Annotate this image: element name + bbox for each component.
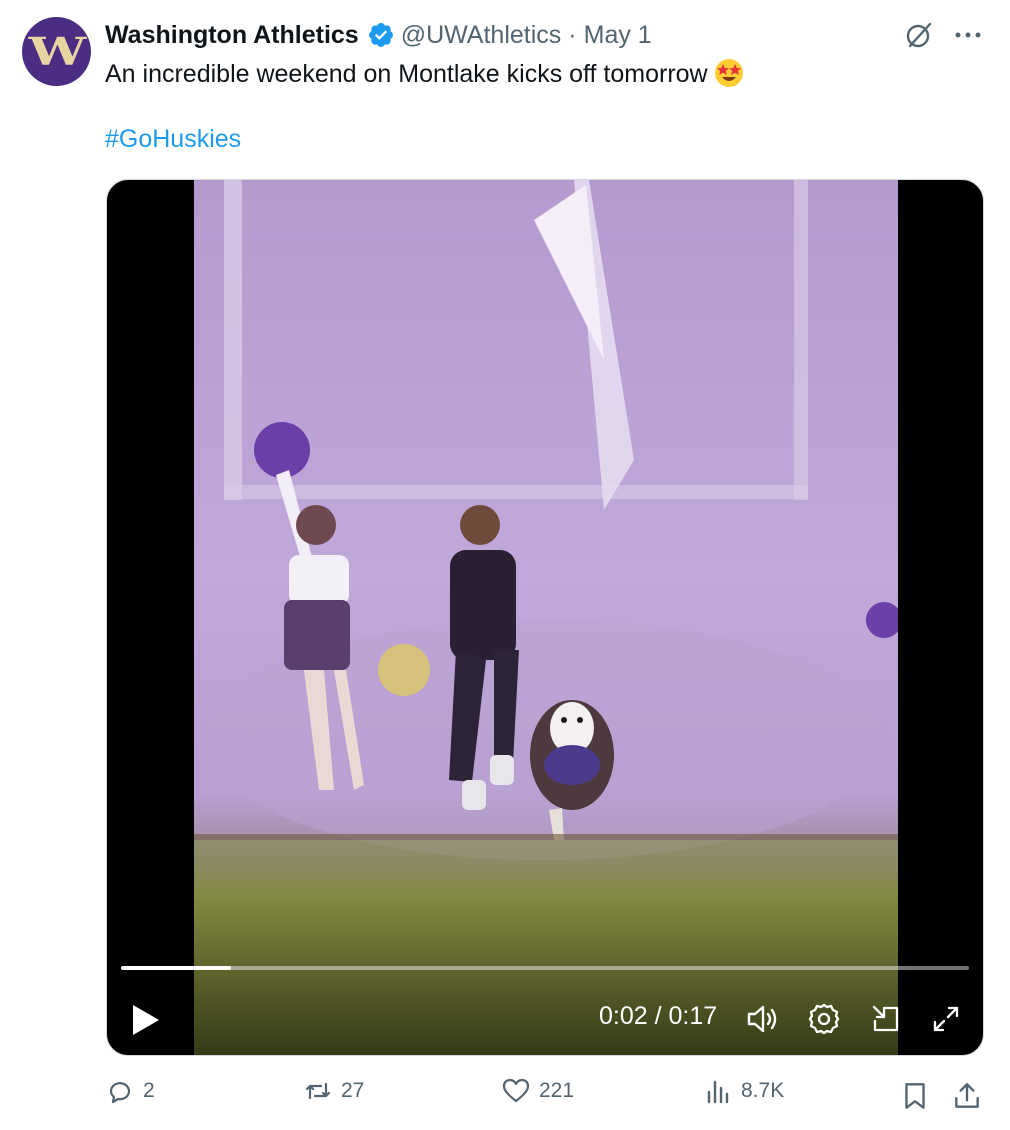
fullscreen-icon[interactable] bbox=[929, 1002, 963, 1036]
views-button[interactable]: 8.7K bbox=[703, 1076, 784, 1106]
avatar-letter: W bbox=[28, 29, 87, 74]
video-progress-bar[interactable] bbox=[121, 966, 969, 970]
post-body: An incredible weekend on Montlake kicks … bbox=[105, 60, 708, 88]
avatar[interactable]: W bbox=[22, 17, 91, 86]
reply-button[interactable]: 2 bbox=[105, 1076, 155, 1106]
views-icon bbox=[707, 1080, 729, 1104]
volume-icon[interactable] bbox=[745, 1002, 779, 1036]
video-time: 0:02 / 0:17 bbox=[599, 1002, 718, 1030]
settings-icon[interactable] bbox=[807, 1002, 841, 1036]
video-progress-fill bbox=[121, 966, 232, 970]
top-actions bbox=[904, 20, 982, 50]
post-date[interactable]: May 1 bbox=[584, 21, 652, 50]
separator-dot: · bbox=[568, 20, 577, 49]
more-icon[interactable] bbox=[954, 30, 982, 40]
hashtag-link[interactable]: #GoHuskies bbox=[105, 125, 241, 154]
author-handle[interactable]: @UWAthletics bbox=[401, 21, 562, 50]
play-icon[interactable] bbox=[129, 1003, 161, 1037]
post-text: An incredible weekend on Montlake kicks … bbox=[105, 58, 985, 89]
repost-icon bbox=[305, 1082, 331, 1100]
verified-badge-icon bbox=[368, 23, 393, 47]
bookmark-icon[interactable] bbox=[899, 1080, 931, 1112]
controls-overlay bbox=[107, 895, 983, 1055]
repost-button[interactable]: 27 bbox=[303, 1076, 364, 1106]
action-bar: 2 27 221 8.7K bbox=[105, 1076, 985, 1116]
views-count: 8.7K bbox=[741, 1079, 785, 1102]
share-icon[interactable] bbox=[951, 1080, 983, 1112]
tweet-header: Washington Athletics @UWAthletics · May … bbox=[105, 18, 652, 52]
video-player[interactable]: 0:02 / 0:17 bbox=[106, 179, 984, 1056]
like-icon bbox=[502, 1078, 530, 1103]
like-button[interactable]: 221 bbox=[501, 1076, 574, 1106]
reply-count: 2 bbox=[143, 1079, 155, 1102]
grok-icon[interactable] bbox=[904, 20, 934, 50]
reply-icon bbox=[109, 1082, 131, 1104]
pip-icon[interactable] bbox=[869, 1002, 903, 1036]
like-count: 221 bbox=[539, 1079, 575, 1102]
author-name[interactable]: Washington Athletics bbox=[105, 21, 359, 50]
star-struck-emoji-icon bbox=[714, 59, 743, 87]
repost-count: 27 bbox=[341, 1079, 365, 1102]
